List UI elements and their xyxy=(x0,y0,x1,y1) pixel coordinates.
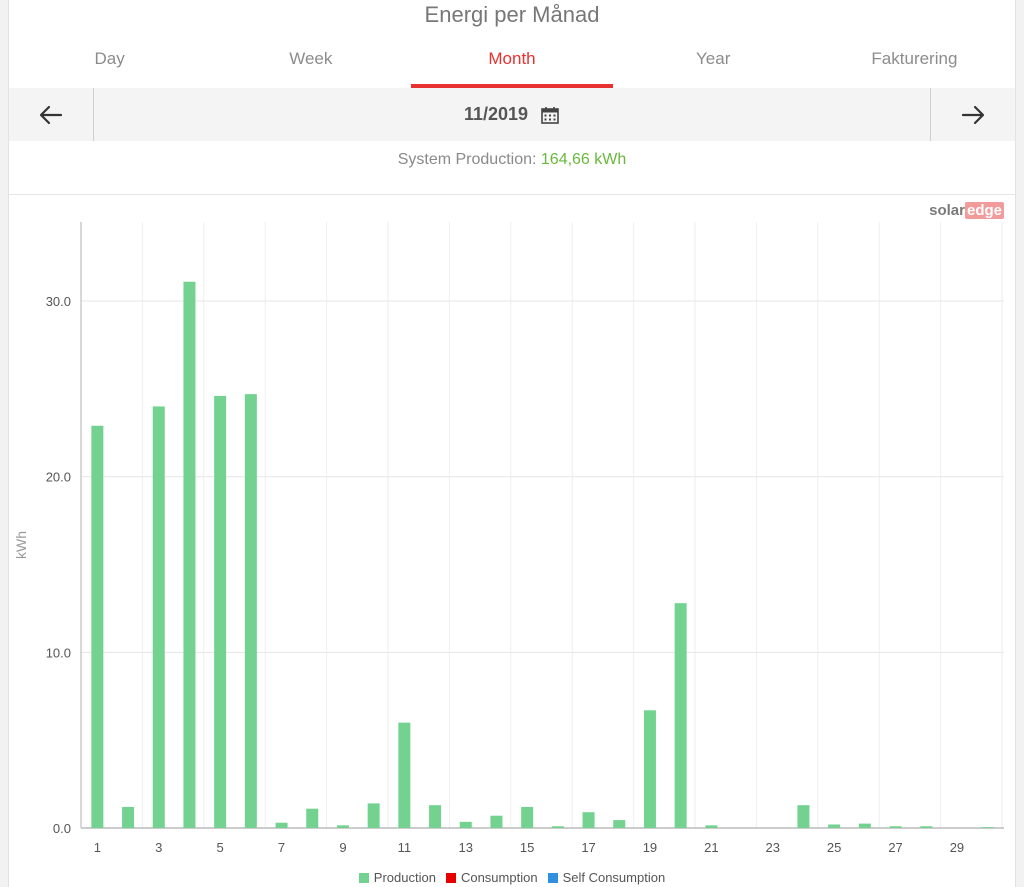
x-tick-label: 25 xyxy=(827,840,841,855)
y-tick-label: 0.0 xyxy=(53,821,71,836)
bar-production-day-27 xyxy=(889,826,902,828)
y-tick-label: 10.0 xyxy=(46,645,71,660)
x-tick-label: 7 xyxy=(278,840,285,855)
legend-label-consumption: Consumption xyxy=(460,870,538,885)
bar-production-day-17 xyxy=(582,812,595,828)
bar-production-day-25 xyxy=(828,824,841,828)
energy-bar-chart: 0.010.020.030.0kWh1 3 5 7 9 11 13 15 17 19 21 23 25 2… xyxy=(13,222,1004,855)
bar-production-day-18 xyxy=(613,820,626,828)
x-tick-label: 15 xyxy=(520,840,534,855)
bar-production-day-3 xyxy=(152,406,165,828)
bar-production-day-24 xyxy=(797,805,810,828)
legend-swatch-self-consumption xyxy=(547,872,558,883)
x-tick-label: 29 xyxy=(950,840,964,855)
x-tick-label: 19 xyxy=(643,840,657,855)
bar-production-day-2 xyxy=(122,806,135,828)
legend-item-consumption[interactable]: Consumption xyxy=(445,870,538,885)
bar-production-day-21 xyxy=(705,825,718,828)
bar-production-day-5 xyxy=(214,395,227,828)
bar-production-day-15 xyxy=(521,806,534,828)
bar-production-day-4 xyxy=(183,281,196,828)
legend-swatch-consumption xyxy=(445,872,456,883)
legend-label-production: Production xyxy=(373,870,436,885)
bar-production-day-1 xyxy=(91,425,104,828)
bar-production-day-8 xyxy=(306,808,319,828)
x-tick-label: 11 xyxy=(398,840,412,855)
bar-production-day-10 xyxy=(367,803,380,828)
x-tick-label: 23 xyxy=(766,840,780,855)
bar-production-day-19 xyxy=(643,710,656,828)
bar-production-day-20 xyxy=(674,603,687,828)
y-tick-label: 30.0 xyxy=(46,294,71,309)
legend-item-self-consumption[interactable]: Self Consumption xyxy=(547,870,666,885)
chart-legend: Production Consumption Self Consumption xyxy=(0,870,1024,885)
bar-production-day-30 xyxy=(981,827,994,828)
x-tick-label: 3 xyxy=(155,840,162,855)
bar-production-day-7 xyxy=(275,822,288,828)
x-tick-label: 9 xyxy=(339,840,346,855)
y-axis-label: kWh xyxy=(13,531,29,559)
x-tick-label: 21 xyxy=(704,840,718,855)
x-tick-label: 27 xyxy=(888,840,902,855)
x-tick-label: 1 xyxy=(94,840,101,855)
bar-production-day-13 xyxy=(459,821,472,828)
bar-production-day-26 xyxy=(858,823,871,828)
bar-production-day-9 xyxy=(336,825,349,828)
bar-production-day-28 xyxy=(920,826,933,828)
legend-label-self-consumption: Self Consumption xyxy=(562,870,666,885)
bar-production-day-14 xyxy=(490,815,503,828)
legend-swatch-production xyxy=(358,872,369,883)
x-tick-label: 17 xyxy=(581,840,595,855)
bar-production-day-6 xyxy=(244,394,257,828)
y-tick-label: 20.0 xyxy=(46,470,71,485)
bar-production-day-12 xyxy=(429,805,442,828)
bar-production-day-11 xyxy=(398,722,411,828)
x-tick-label: 5 xyxy=(217,840,224,855)
legend-item-production[interactable]: Production xyxy=(358,870,436,885)
x-tick-label: 13 xyxy=(459,840,473,855)
bar-production-day-16 xyxy=(551,826,564,828)
